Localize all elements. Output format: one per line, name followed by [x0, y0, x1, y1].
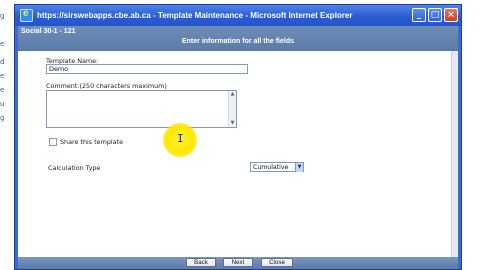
scroll-up-arrow-icon[interactable]: ▲	[229, 91, 236, 98]
maximize-button[interactable]: □	[428, 8, 442, 22]
share-template-label: Share this template	[60, 138, 124, 146]
form-header-bar: Social 30-1 - 121 Enter information for …	[18, 26, 458, 51]
calculation-type-value: Cumulative	[253, 164, 289, 171]
background-text-fragment: d	[0, 58, 5, 66]
next-button[interactable]: Next	[223, 258, 253, 267]
calculation-type-label: Calculation Type	[48, 164, 101, 172]
scroll-down-arrow-icon[interactable]: ▼	[229, 120, 236, 127]
background-page-right	[462, 0, 480, 270]
window-title: https://sirswebapps.cbe.ab.ca - Template…	[37, 11, 353, 20]
calculation-type-select[interactable]: Cumulative ▼	[250, 162, 304, 172]
ie-popup-window: https://sirswebapps.cbe.ab.ca - Template…	[14, 4, 462, 270]
background-text-fragment: e	[0, 72, 5, 80]
button-bar: Back Next Close	[18, 257, 458, 269]
background-text-fragment: g	[0, 114, 5, 122]
form-right-edge	[451, 51, 458, 263]
close-button[interactable]: Close	[261, 258, 293, 267]
window-controls: _ □ ×	[412, 8, 458, 22]
course-label: Social 30-1 - 121	[21, 28, 76, 35]
comment-textarea[interactable]: ▲ ▼	[46, 90, 237, 128]
background-text-fragment: e	[0, 86, 5, 94]
share-template-checkbox[interactable]	[49, 138, 57, 146]
background-text-fragment: g	[0, 12, 5, 20]
text-cursor-icon: I	[177, 132, 184, 145]
minimize-button[interactable]: _	[412, 8, 426, 22]
window-titlebar[interactable]: https://sirswebapps.cbe.ab.ca - Template…	[15, 5, 461, 26]
close-window-button[interactable]: ×	[444, 8, 458, 22]
window-client-area: Social 30-1 - 121 Enter information for …	[18, 26, 458, 269]
comment-label: Comment:(250 characters maximum)	[46, 82, 167, 90]
comment-scrollbar[interactable]: ▲ ▼	[228, 91, 236, 127]
form-content: Template Name: Demo Comment:(250 charact…	[18, 51, 458, 263]
template-name-input[interactable]: Demo	[46, 64, 248, 74]
chevron-down-icon[interactable]: ▼	[295, 163, 303, 172]
internet-explorer-icon	[20, 8, 33, 22]
background-text-fragment: u	[0, 100, 5, 108]
form-instruction: Enter information for all the fields	[181, 38, 294, 45]
background-page-strip: g e d e e u g	[0, 0, 14, 270]
background-text-fragment: e	[0, 40, 5, 48]
back-button[interactable]: Back	[186, 258, 216, 267]
